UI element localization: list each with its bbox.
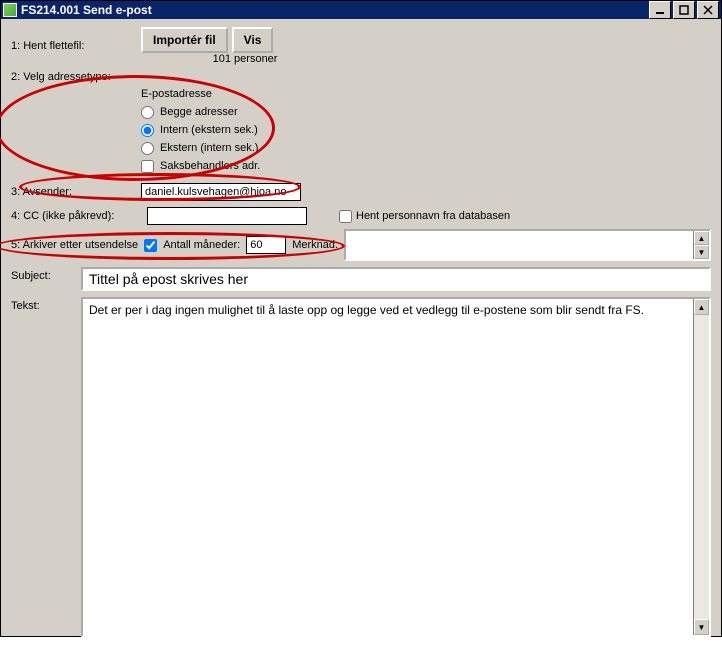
- app-icon: [3, 3, 17, 17]
- vis-button[interactable]: Vis: [232, 27, 274, 53]
- adrtype-header: E-postadresse: [141, 85, 711, 103]
- radio-intern-label: Intern (ekstern sek.): [160, 124, 258, 136]
- row5-label: 5: Arkiver etter utsendelse: [11, 239, 138, 251]
- radio-ekstern[interactable]: Ekstern (intern sek.): [141, 139, 711, 157]
- subject-label: Subject:: [11, 267, 81, 282]
- body-scroll-down[interactable]: ▼: [694, 619, 709, 635]
- body-scroll-track[interactable]: [694, 315, 709, 619]
- radio-begge-input[interactable]: [141, 106, 154, 119]
- scroll-down-button[interactable]: ▼: [694, 245, 709, 259]
- close-icon: [703, 5, 713, 15]
- checkbox-saks[interactable]: Saksbehandlers adr.: [141, 157, 711, 175]
- maximize-button[interactable]: [673, 1, 695, 19]
- checkbox-hent[interactable]: Hent personnavn fra databasen: [339, 210, 510, 223]
- minimize-icon: [655, 5, 665, 15]
- row3-label: 3: Avsender:: [11, 186, 141, 198]
- window-title: FS214.001 Send e-post: [21, 3, 649, 17]
- merknad-label: Merknad:: [292, 239, 338, 251]
- checkbox-saks-label: Saksbehandlers adr.: [160, 160, 260, 172]
- radio-begge[interactable]: Begge adresser: [141, 103, 711, 121]
- checkbox-saks-input[interactable]: [141, 160, 154, 173]
- row4-label: 4: CC (ikke påkrevd):: [11, 210, 141, 222]
- body-textarea[interactable]: [83, 299, 693, 635]
- maximize-icon: [679, 5, 689, 15]
- radio-ekstern-input[interactable]: [141, 142, 154, 155]
- merknad-scrollbar[interactable]: ▲ ▼: [693, 231, 709, 259]
- scroll-up-button[interactable]: ▲: [694, 231, 709, 245]
- sender-input[interactable]: [141, 183, 301, 201]
- row2-label: 2: Velg adressetype:: [11, 71, 141, 83]
- radio-intern[interactable]: Intern (ekstern sek.): [141, 121, 711, 139]
- body-scrollbar[interactable]: ▲ ▼: [693, 299, 709, 635]
- radio-begge-label: Begge adresser: [160, 106, 238, 118]
- person-count: 101 personer: [145, 53, 277, 65]
- subject-input[interactable]: [81, 267, 711, 291]
- close-button[interactable]: [697, 1, 719, 19]
- import-file-button[interactable]: Importér fil: [141, 27, 228, 53]
- months-input[interactable]: [246, 236, 286, 254]
- checkbox-hent-input[interactable]: [339, 210, 352, 223]
- checkbox-hent-label: Hent personnavn fra databasen: [356, 210, 510, 222]
- cc-input[interactable]: [147, 207, 307, 225]
- archive-checkbox[interactable]: [144, 239, 157, 252]
- body-scroll-up[interactable]: ▲: [694, 299, 709, 315]
- months-label: Antall måneder:: [163, 239, 240, 251]
- merknad-field[interactable]: ▲ ▼: [344, 229, 711, 261]
- merknad-text: [346, 231, 693, 259]
- titlebar: FS214.001 Send e-post: [1, 1, 721, 19]
- window: FS214.001 Send e-post 1: Hent flettefil:…: [0, 0, 722, 637]
- radio-ekstern-label: Ekstern (intern sek.): [160, 142, 258, 154]
- content-area: 1: Hent flettefil: Importér fil Vis 101 …: [1, 19, 721, 645]
- body-label: Tekst:: [11, 297, 81, 312]
- radio-intern-input[interactable]: [141, 124, 154, 137]
- minimize-button[interactable]: [649, 1, 671, 19]
- row1-label: 1: Hent flettefil:: [11, 40, 141, 52]
